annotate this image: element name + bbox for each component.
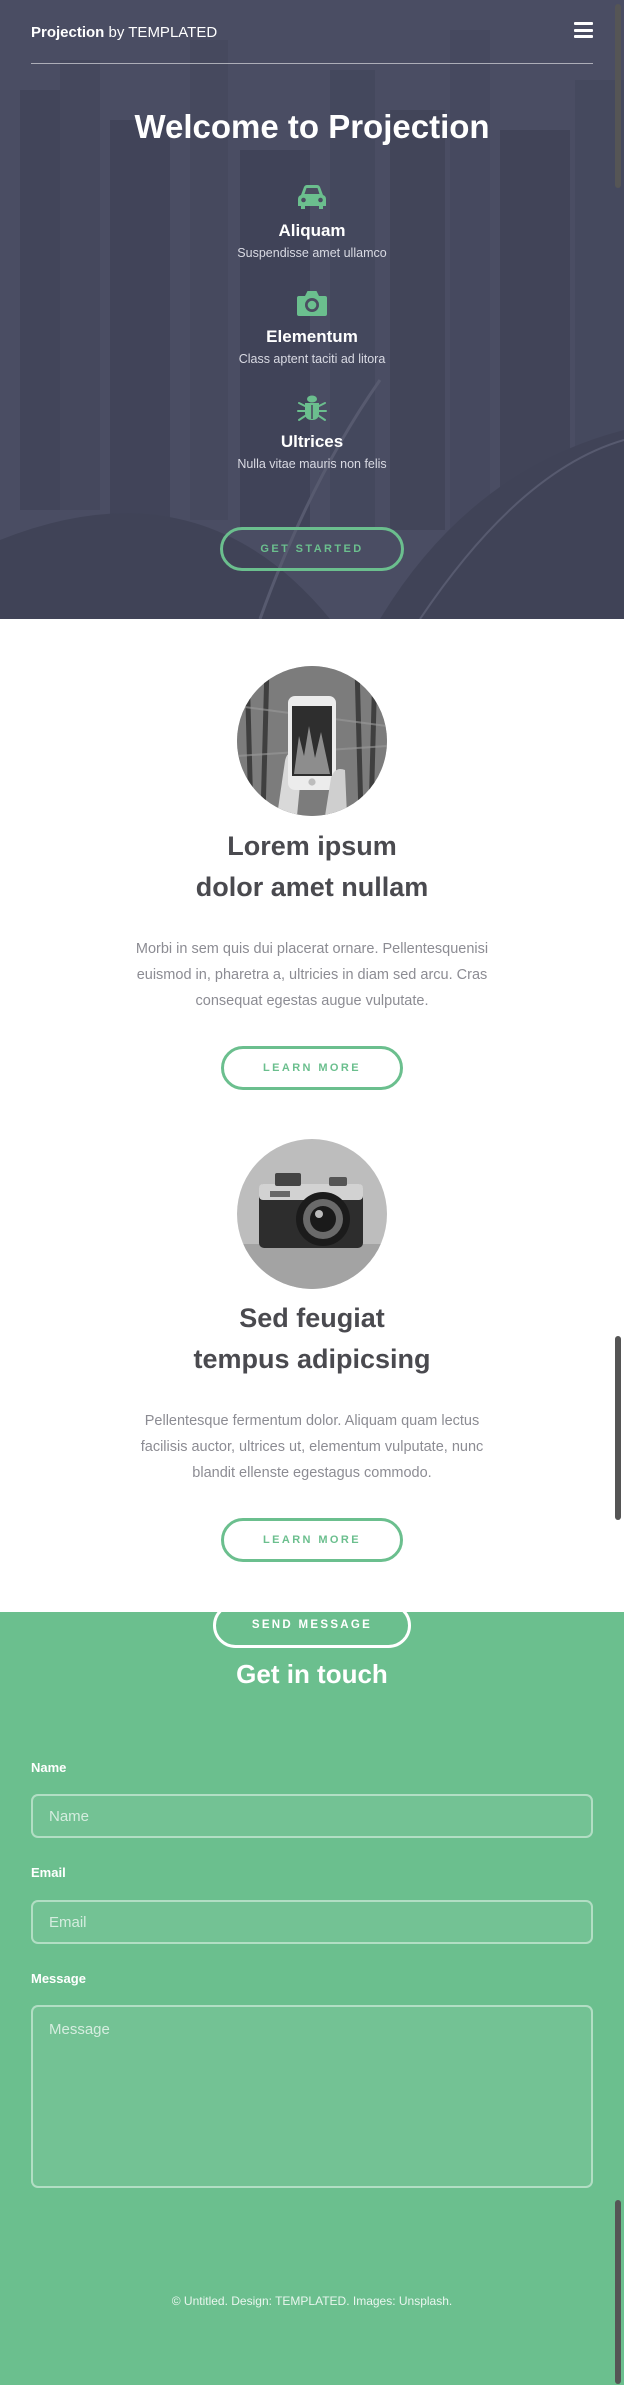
- feature-aliquam: Aliquam Suspendisse amet ullamco: [0, 182, 624, 262]
- feature-subtitle: Nulla vitae mauris non felis: [237, 457, 387, 471]
- feature-subtitle: Suspendisse amet ullamco: [237, 246, 387, 260]
- contact-title: Get in touch: [236, 1659, 388, 1689]
- message-field[interactable]: [31, 2005, 593, 2188]
- car-icon: [298, 185, 326, 209]
- feature-elementum: Elementum Class aptent taciti ad litora: [0, 288, 624, 368]
- camera-photo-image: [237, 1139, 387, 1289]
- hero-title: Welcome to Projection: [134, 108, 490, 145]
- page-scrollbar[interactable]: [612, 0, 624, 2385]
- hero-banner: Projection by TEMPLATED Welcome to Proje…: [0, 0, 624, 619]
- contact-section: Get in touch Name Email Message: [0, 1612, 624, 2385]
- feature-ultrices: Ultrices Nulla vitae mauris non felis: [0, 393, 624, 473]
- footer-copyright: © Untitled. Design: TEMPLATED. Images: U…: [171, 2294, 453, 2308]
- name-field[interactable]: [31, 1794, 593, 1838]
- learn-more-button[interactable]: LEARN MORE: [221, 1518, 403, 1562]
- brand-byline: by TEMPLATED: [108, 24, 218, 41]
- name-label: Name: [31, 1760, 67, 1775]
- brand-logo[interactable]: Projection by TEMPLATED: [31, 23, 217, 43]
- feature-title: Aliquam: [278, 221, 346, 240]
- hamburger-menu-icon[interactable]: [574, 22, 593, 38]
- header-divider: [31, 63, 593, 64]
- spotlight-title-line2: tempus adipicsing: [193, 1344, 431, 1374]
- bug-icon: [297, 395, 327, 421]
- email-field[interactable]: [31, 1900, 593, 1944]
- phone-photo-image: [237, 666, 387, 816]
- spotlight-text: Pellentesque fermentum dolor. Aliquam qu…: [140, 1413, 484, 1481]
- scrollbar-thumb[interactable]: [615, 2200, 621, 2384]
- spotlight-title-line2: dolor amet nullam: [195, 872, 429, 902]
- get-started-button[interactable]: GET STARTED: [220, 527, 404, 571]
- send-message-button[interactable]: SEND MESSAGE: [213, 1603, 411, 1648]
- message-label: Message: [31, 1971, 86, 1986]
- brand-name: Projection: [31, 24, 105, 41]
- spotlight-text: Morbi in sem quis dui placerat ornare. P…: [135, 941, 489, 1009]
- learn-more-button[interactable]: LEARN MORE: [221, 1046, 403, 1090]
- feature-title: Ultrices: [280, 432, 344, 451]
- scrollbar-thumb[interactable]: [615, 4, 621, 188]
- spotlight-title-line1: Lorem ipsum: [227, 831, 397, 861]
- feature-title: Elementum: [266, 327, 358, 346]
- feature-subtitle: Class aptent taciti ad litora: [238, 352, 386, 366]
- scrollbar-thumb[interactable]: [615, 1336, 621, 1520]
- email-label: Email: [31, 1865, 66, 1880]
- camera-icon: [297, 291, 327, 316]
- spotlight-title-line1: Sed feugiat: [239, 1303, 385, 1333]
